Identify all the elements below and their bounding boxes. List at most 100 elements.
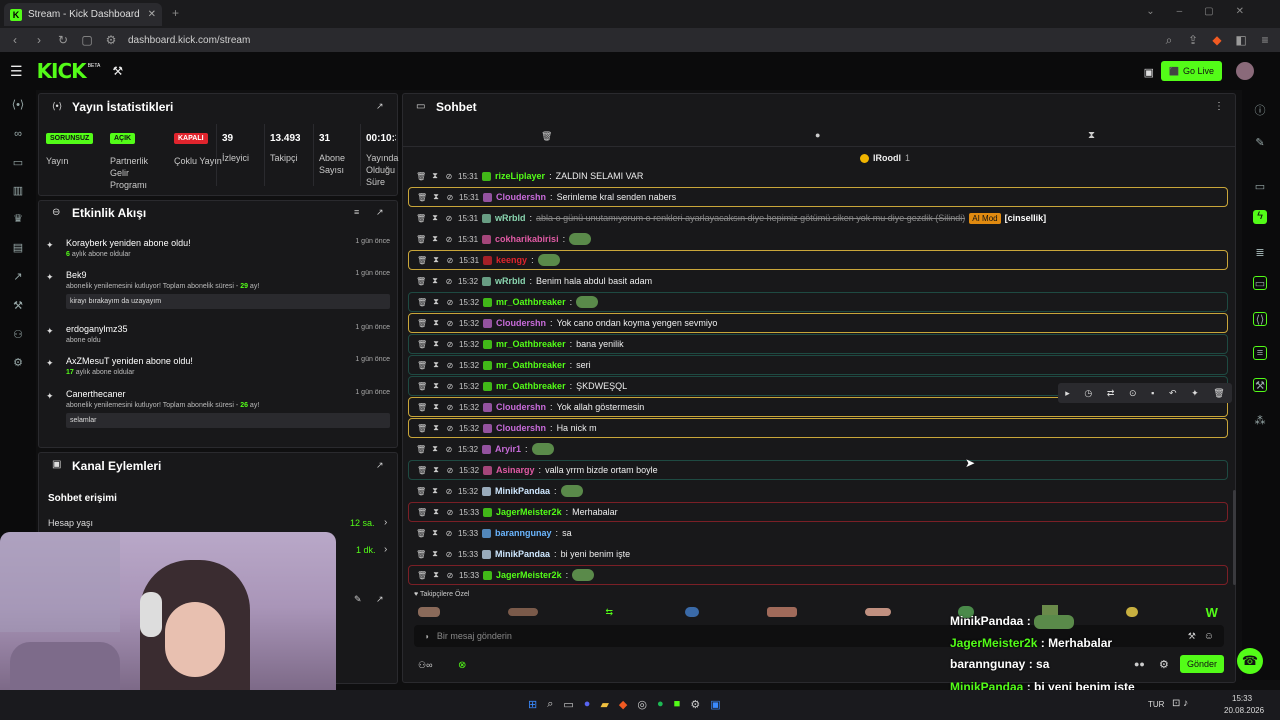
chat-message[interactable]: 🗑 ⧗ ⊘ 15:32 Asinargy: valla yrrm bizde ortam …	[408, 460, 1228, 480]
delete-message-icon[interactable]: 🗑	[416, 445, 426, 454]
pinned-user[interactable]: lRoodl 1	[860, 153, 910, 163]
timeout-icon[interactable]: ⧗	[431, 423, 441, 433]
timeout-icon[interactable]: ⧗	[431, 570, 441, 580]
window-controls[interactable]: ⌄–▢✕	[1146, 6, 1266, 17]
activity-item[interactable]: ✦ Canerthecaner abonelik yenilemesini kutl…	[46, 389, 390, 428]
delete-message-icon[interactable]: 🗑	[417, 403, 427, 412]
chat-username[interactable]: mr_Oathbreaker	[496, 381, 566, 391]
video-icon[interactable]: ▤	[11, 241, 25, 255]
emote-icon[interactable]	[418, 607, 440, 617]
chat-username[interactable]: wRrbld	[495, 276, 526, 286]
shuffle-icon[interactable]: ⇄	[1107, 388, 1115, 399]
users-icon[interactable]: ⚇	[11, 328, 25, 342]
analytics-icon[interactable]: ▥	[11, 184, 25, 198]
bookmark-icon[interactable]: ▢	[80, 33, 94, 47]
delete-message-icon[interactable]: 🗑	[417, 382, 427, 391]
settings-app-icon[interactable]: ⚙	[690, 698, 700, 711]
delete-message-icon[interactable]: 🗑	[417, 256, 427, 265]
chat-message[interactable]: 🗑 ⧗ ⊘ 15:31 Cloudershn: Serinleme kral senden…	[408, 187, 1228, 207]
timeout-icon[interactable]: ⧗	[431, 339, 441, 349]
close-tab-icon[interactable]: ✕	[148, 9, 156, 20]
gear-icon[interactable]: ⚙	[1159, 658, 1169, 671]
activity-item[interactable]: ✦ Korayberk yeniden abone oldu! 6 aylık ab…	[46, 238, 390, 258]
delete-icon[interactable]: 🗑	[1213, 388, 1224, 399]
send-button[interactable]: Gönder	[1180, 655, 1224, 673]
url-input[interactable]: dashboard.kick.com/stream	[128, 35, 250, 46]
delete-message-icon[interactable]: 🗑	[417, 424, 427, 433]
reply-icon[interactable]: ⊙	[1129, 388, 1137, 399]
delete-message-icon[interactable]: 🗑	[416, 529, 426, 538]
emote-icon[interactable]	[1125, 607, 1138, 617]
link-icon[interactable]: ∞	[11, 128, 25, 142]
chat-tab-icon[interactable]: ●	[815, 130, 820, 140]
chat-message[interactable]: 🗑 ⧗ ⊘ 15:33 JagerMeister2k: Merhabalar	[408, 502, 1228, 522]
ban-icon[interactable]: ⊘	[445, 508, 455, 517]
chat-username[interactable]: baranngunay	[495, 528, 552, 538]
ban-icon[interactable]: ⊘	[444, 277, 454, 286]
pin-icon[interactable]: ✦	[1191, 388, 1199, 399]
chat-message[interactable]: 🗑 ⧗ ⊘ 15:32 mr_Oathbreaker: bana yenilik	[408, 334, 1228, 354]
kick-emote-icon[interactable]: W	[1206, 605, 1218, 620]
nodes-icon[interactable]: ⁂	[1253, 414, 1267, 428]
timeout-icon[interactable]: ⧗	[431, 381, 441, 391]
kick-app-icon[interactable]: ■	[674, 698, 681, 711]
chevron-right-icon[interactable]: ›	[384, 517, 387, 528]
chat-message[interactable]: 🗑 ⧗ ⊘ 15:31 wRrbld: abla o günü unutamıyorum …	[408, 208, 1228, 228]
chat-message[interactable]: 🗑 ⧗ ⊘ 15:32 Cloudershn: Yok cano ondan koyma …	[408, 313, 1228, 333]
emoji-icon[interactable]: ☺	[1204, 631, 1214, 642]
timeout-icon[interactable]: ⧗	[431, 465, 441, 475]
chart-icon[interactable]: ↗	[11, 270, 25, 284]
ban-icon[interactable]: ⊘	[445, 256, 455, 265]
edit-icon[interactable]: ✎	[354, 594, 362, 605]
task-view-icon[interactable]: ▭	[563, 698, 573, 711]
timeout-icon[interactable]: ⧗	[431, 360, 441, 370]
start-icon[interactable]: ⊞	[528, 698, 537, 711]
obs-icon[interactable]: ◎	[637, 698, 647, 711]
brave-shield-icon[interactable]: ◆	[1210, 33, 1224, 47]
timeout-icon[interactable]: ⧗	[431, 255, 441, 265]
layers-icon[interactable]: ≡	[1253, 346, 1267, 360]
clock-time[interactable]: 15:33	[1232, 694, 1252, 703]
ban-icon[interactable]: ⊘	[445, 340, 455, 349]
chat-message[interactable]: 🗑 ⧗ ⊘ 15:33 JagerMeister2k:	[408, 565, 1228, 585]
chat-message[interactable]: 🗑 ⧗ ⊘ 15:32 mr_Oathbreaker: seri	[408, 355, 1228, 375]
delete-message-icon[interactable]: 🗑	[417, 466, 427, 475]
delete-message-icon[interactable]: 🗑	[416, 277, 426, 286]
extension-icon[interactable]: ◧	[1234, 33, 1248, 47]
chat-message[interactable]: 🗑 ⧗ ⊘ 15:32 Aryir1:	[408, 439, 1228, 459]
back-icon[interactable]: ‹	[8, 33, 22, 47]
tools-icon[interactable]: ⚒	[11, 299, 25, 313]
hammer-icon[interactable]: ⚒	[112, 64, 123, 78]
delete-message-icon[interactable]: 🗑	[417, 361, 427, 370]
trash-tab-icon[interactable]: 🗑	[541, 131, 552, 142]
chat-more-icon[interactable]: ⋮	[1214, 101, 1224, 112]
ban-icon[interactable]: ⊘	[445, 193, 455, 202]
chevron-right-icon[interactable]: ›	[384, 544, 387, 555]
tray-icons[interactable]: ⊡ ♪	[1172, 698, 1188, 709]
zoom-icon[interactable]: ⌕	[1162, 33, 1176, 48]
timeout-icon[interactable]: ⧗	[430, 549, 440, 559]
delete-message-icon[interactable]: 🗑	[416, 487, 426, 496]
chat-scrollbar[interactable]	[1233, 490, 1236, 585]
emote-icon[interactable]	[864, 608, 891, 616]
delete-message-icon[interactable]: 🗑	[416, 235, 426, 244]
kick-cmd-icon[interactable]: ⚒	[1188, 631, 1196, 642]
chat-username[interactable]: Cloudershn	[496, 402, 546, 412]
chat-username[interactable]: mr_Oathbreaker	[496, 339, 566, 349]
users-chat-icon[interactable]: ⚇∞	[418, 660, 432, 671]
ban-icon[interactable]: ⊘	[444, 529, 454, 538]
ban-icon[interactable]: ⊘	[444, 172, 454, 181]
popout-icon[interactable]: ↗	[376, 594, 384, 605]
delete-message-icon[interactable]: 🗑	[416, 214, 426, 223]
activity-item[interactable]: ✦ Bek9 abonelik yenilemesini kutluyor! Top…	[46, 270, 390, 309]
follow-age-value[interactable]: 1 dk.	[356, 545, 376, 555]
explorer-icon[interactable]: ▰	[600, 698, 608, 711]
ban-icon[interactable]: ⊘	[445, 466, 455, 475]
chat-message[interactable]: 🗑 ⧗ ⊘ 15:31 keengy:	[408, 250, 1228, 270]
ban-icon[interactable]: ⊘	[444, 445, 454, 454]
timeout-icon[interactable]: ⧗	[431, 192, 441, 202]
hamburger-menu-icon[interactable]: ☰	[10, 63, 23, 80]
reload-icon[interactable]: ↻	[56, 33, 70, 47]
chat-username[interactable]: mr_Oathbreaker	[496, 360, 566, 370]
chat-message[interactable]: 🗑 ⧗ ⊘ 15:32 mr_Oathbreaker:	[408, 292, 1228, 312]
